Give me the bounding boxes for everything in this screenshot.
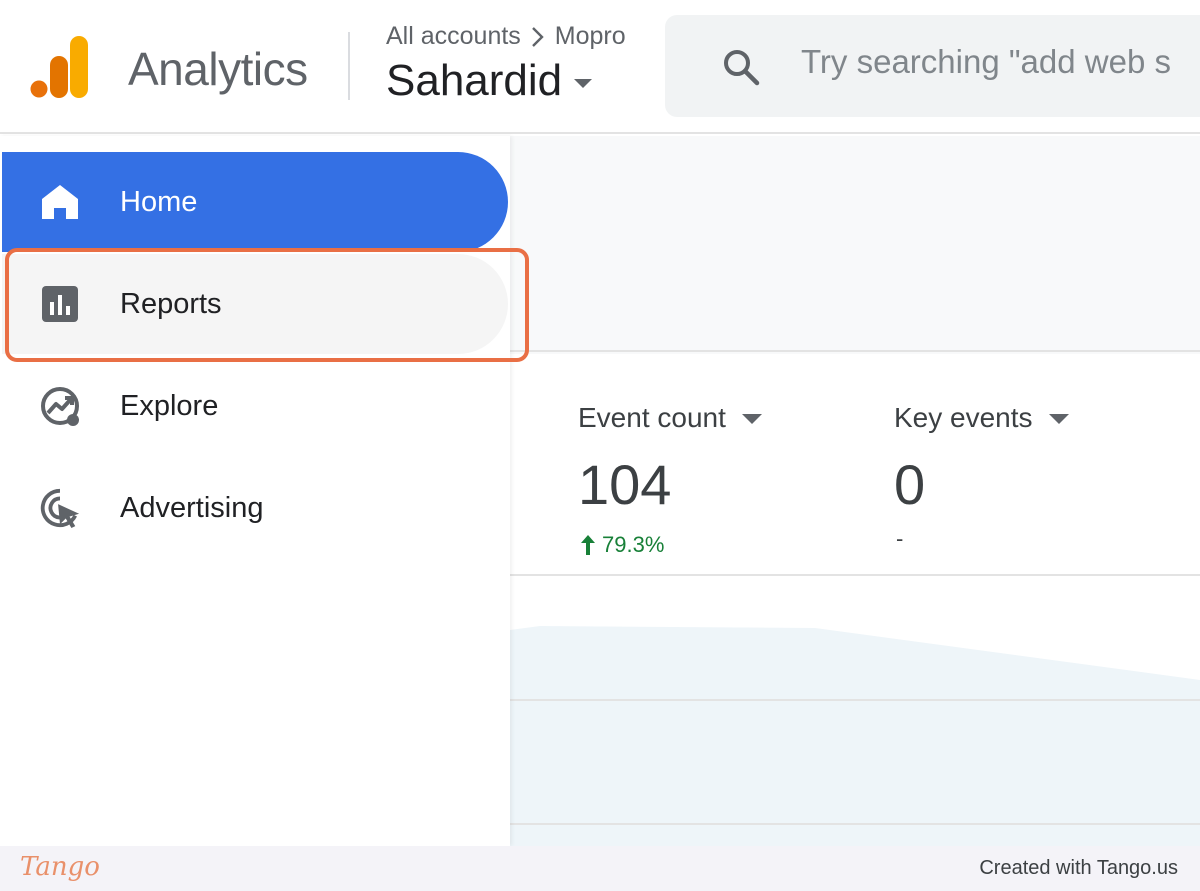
metric-value: 0 [894,453,926,516]
search-input[interactable] [801,43,1200,81]
sidebar-item-label: Home [120,185,198,218]
area-chart [510,626,1200,846]
chart-area-fill [510,626,1200,846]
chart-area [510,576,1200,846]
breadcrumb[interactable]: All accounts Mopro [386,22,626,51]
sidebar-nav: Home Reports Explore Advertising [0,136,510,846]
sidebar-item-label: Advertising [120,491,264,524]
metric-change-value: - [896,526,904,551]
metrics-card: Event count 104 79.3% Key events 0 - [510,354,1200,576]
metric-selector[interactable]: Key events [894,402,1069,434]
app-name: Analytics [128,43,308,95]
metric-label: Key events [894,402,1033,433]
tango-footer: Tango Created with Tango.us [0,846,1200,891]
sidebar-item-label: Reports [120,287,222,320]
sidebar-item-explore[interactable]: Explore [2,356,508,456]
bar-chart-icon [39,283,81,325]
search-icon[interactable] [721,47,761,87]
breadcrumb-sub[interactable]: Mopro [555,22,626,51]
header-divider [348,32,350,100]
caret-down-icon [1048,414,1069,424]
analytics-logo-icon[interactable] [30,36,90,98]
breadcrumb-account[interactable]: All accounts [386,22,521,51]
caret-down-icon [741,414,762,424]
search-bar[interactable] [665,15,1200,117]
advertising-cursor-icon [39,487,81,529]
home-icon [39,181,81,223]
explore-trend-icon [39,385,81,427]
arrow-up-icon [581,535,595,555]
metric-value: 104 [578,453,672,516]
property-name: Sahardid [386,56,563,105]
metric-change: 79.3% [580,532,664,558]
chevron-right-icon [531,26,544,47]
app-header: Analytics All accounts Mopro Sahardid [0,0,1200,134]
tango-credit: Created with Tango.us [979,857,1178,879]
sidebar-item-reports[interactable]: Reports [2,254,508,354]
caret-down-icon [574,78,593,88]
property-selector[interactable]: Sahardid [386,56,593,106]
main-content: Event count 104 79.3% Key events 0 - [510,136,1200,846]
metric-change-value: 79.3% [602,532,665,557]
sidebar-item-home[interactable]: Home [2,152,508,252]
sidebar-item-advertising[interactable]: Advertising [2,458,508,558]
sidebar-item-label: Explore [120,389,219,422]
metric-label: Event count [578,402,726,433]
tango-logo: Tango [20,852,100,882]
top-panel [510,136,1200,352]
metric-selector[interactable]: Event count [578,402,762,434]
